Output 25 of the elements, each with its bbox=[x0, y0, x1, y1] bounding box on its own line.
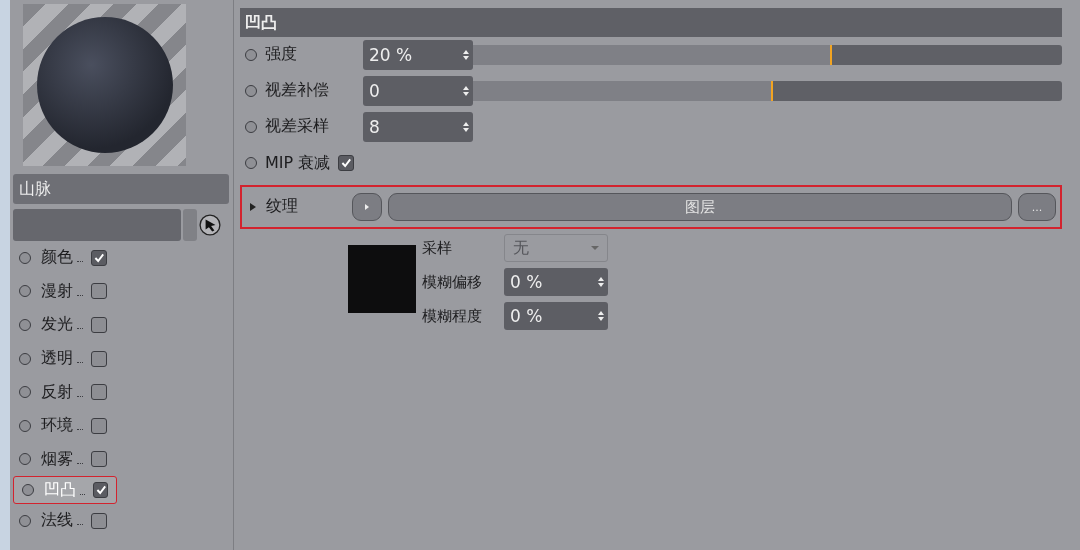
field-label: 采样 bbox=[422, 238, 453, 258]
more-button[interactable]: ... bbox=[1018, 193, 1056, 221]
param-label: MIP 衰减 bbox=[265, 152, 331, 174]
number-field[interactable]: 8 bbox=[363, 112, 473, 142]
channel-label[interactable]: 漫射 bbox=[41, 280, 73, 302]
section-header: 凹凸 bbox=[240, 8, 1062, 37]
param-label: 视差采样 bbox=[265, 116, 330, 137]
number-field[interactable]: 20 % bbox=[363, 40, 473, 70]
number-field[interactable]: 0 bbox=[363, 76, 473, 106]
channel-label[interactable]: 环境 bbox=[41, 415, 73, 437]
channel-label[interactable]: 烟雾 bbox=[41, 448, 73, 470]
number-field[interactable]: 0 % bbox=[504, 302, 608, 330]
channel-label[interactable]: 反射 bbox=[41, 381, 73, 403]
channel-label[interactable]: 透明 bbox=[41, 348, 73, 370]
param-label: 视差补偿 bbox=[265, 80, 330, 101]
layer-button[interactable]: 图层 bbox=[388, 193, 1012, 221]
channel-label[interactable]: 发光 bbox=[41, 314, 73, 336]
param-label: 纹理 bbox=[266, 196, 299, 217]
material-name-field[interactable]: 山脉 bbox=[13, 174, 229, 204]
param-label: 强度 bbox=[265, 44, 298, 65]
channel-label[interactable]: 法线 bbox=[41, 510, 73, 532]
field-label: 模糊程度 bbox=[422, 306, 483, 326]
number-field[interactable]: 0 % bbox=[504, 268, 608, 296]
field-label: 模糊偏移 bbox=[422, 272, 483, 292]
channel-label[interactable]: 颜色 bbox=[41, 247, 73, 269]
